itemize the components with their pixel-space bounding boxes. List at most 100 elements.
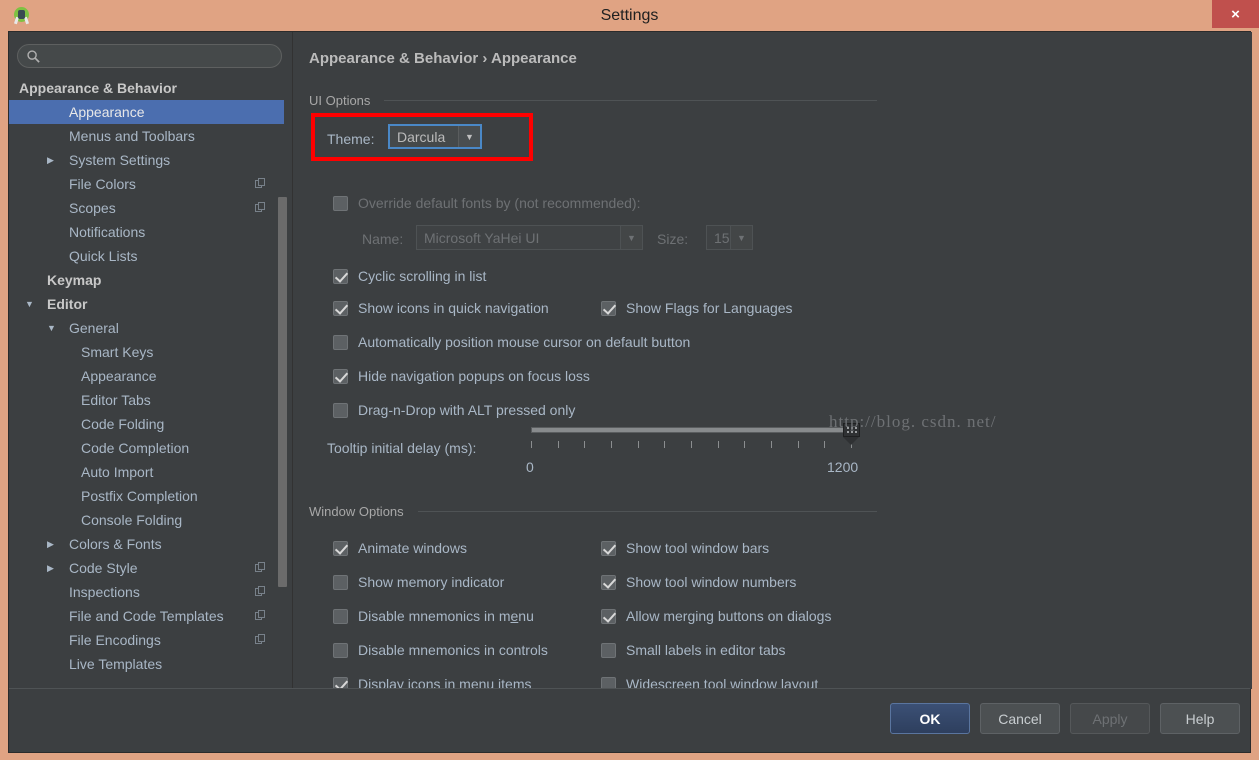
hide-navigation-popups-on-focus-loss-row[interactable]: Hide navigation popups on focus loss xyxy=(333,368,590,384)
sidebar-item-code-style[interactable]: ▶ Code Style xyxy=(9,556,284,580)
automatically-position-mouse-cursor-on-default-button-checkbox[interactable] xyxy=(333,334,348,350)
font-size-value: 15 xyxy=(714,229,730,246)
sidebar-item-appearance[interactable]: Appearance xyxy=(9,100,284,124)
sidebar-item-smart-keys[interactable]: Smart Keys xyxy=(9,340,284,364)
sidebar-item-editor[interactable]: ▼ Editor xyxy=(9,292,284,316)
sidebar-item-general[interactable]: ▼ General xyxy=(9,316,284,340)
show-flags-for-languages-checkbox[interactable] xyxy=(601,300,616,316)
ui-options-group-title: UI Options xyxy=(309,93,378,108)
sidebar-item-label: Colors & Fonts xyxy=(69,536,162,552)
sidebar-item-file-and-code-templates[interactable]: File and Code Templates xyxy=(9,604,284,628)
override-fonts-row[interactable]: Override default fonts by (not recommend… xyxy=(333,195,640,211)
sidebar-item-system-settings[interactable]: ▶ System Settings xyxy=(9,148,284,172)
sidebar-item-label: Smart Keys xyxy=(81,344,154,360)
sidebar-item-code-completion[interactable]: Code Completion xyxy=(9,436,284,460)
chevron-right-icon[interactable]: ▶ xyxy=(47,556,59,580)
show-icons-in-quick-navigation-row[interactable]: Show icons in quick navigation xyxy=(333,300,549,316)
copy-settings-icon[interactable] xyxy=(255,562,266,573)
sidebar-item-menus-and-toolbars[interactable]: Menus and Toolbars xyxy=(9,124,284,148)
sidebar-item-label: Editor Tabs xyxy=(81,392,151,408)
cyclic-scrolling-in-list-label: Cyclic scrolling in list xyxy=(358,268,487,284)
show-tool-window-bars-row[interactable]: Show tool window bars xyxy=(601,540,769,556)
settings-content: Appearance & Behavior › Appearance UI Op… xyxy=(294,32,1252,689)
disable-mnemonics-in-controls-label: Disable mnemonics in controls xyxy=(358,642,548,658)
show-memory-indicator-row[interactable]: Show memory indicator xyxy=(333,574,504,590)
close-icon[interactable]: × xyxy=(1212,0,1259,28)
copy-settings-icon[interactable] xyxy=(255,178,266,189)
show-memory-indicator-checkbox[interactable] xyxy=(333,574,348,590)
copy-settings-icon[interactable] xyxy=(255,610,266,621)
automatically-position-mouse-cursor-on-default-button-row[interactable]: Automatically position mouse cursor on d… xyxy=(333,334,690,350)
show-tool-window-numbers-row[interactable]: Show tool window numbers xyxy=(601,574,796,590)
title-bar: Settings × xyxy=(0,0,1259,31)
sidebar-item-label: Postfix Completion xyxy=(81,488,198,504)
hide-navigation-popups-on-focus-loss-checkbox[interactable] xyxy=(333,368,348,384)
slider-track[interactable] xyxy=(531,427,851,433)
sidebar-item-live-templates[interactable]: Live Templates xyxy=(9,652,284,676)
sidebar-item-scopes[interactable]: Scopes xyxy=(9,196,284,220)
allow-merging-buttons-on-dialogs-checkbox[interactable] xyxy=(601,608,616,624)
show-tool-window-bars-checkbox[interactable] xyxy=(601,540,616,556)
animate-windows-row[interactable]: Animate windows xyxy=(333,540,467,556)
override-fonts-checkbox[interactable] xyxy=(333,195,348,211)
small-labels-in-editor-tabs-checkbox[interactable] xyxy=(601,642,616,658)
search-input[interactable] xyxy=(46,45,276,67)
sidebar-item-colors-fonts[interactable]: ▶ Colors & Fonts xyxy=(9,532,284,556)
slider-max-label: 1200 xyxy=(827,459,859,475)
show-tool-window-numbers-checkbox[interactable] xyxy=(601,574,616,590)
small-labels-in-editor-tabs-row[interactable]: Small labels in editor tabs xyxy=(601,642,786,658)
slider-tick xyxy=(611,441,612,448)
chevron-right-icon[interactable]: ▶ xyxy=(47,532,59,556)
slider-tick xyxy=(718,441,719,448)
cyclic-scrolling-in-list-checkbox[interactable] xyxy=(333,268,348,284)
sidebar-item-label: System Settings xyxy=(69,152,171,168)
chevron-down-icon: ▼ xyxy=(620,226,642,249)
copy-settings-icon[interactable] xyxy=(255,586,266,597)
search-box[interactable] xyxy=(17,44,282,68)
sidebar-item-file-colors[interactable]: File Colors xyxy=(9,172,284,196)
cancel-button[interactable]: Cancel xyxy=(980,703,1060,734)
sidebar-item-label: Keymap xyxy=(47,272,102,288)
show-memory-indicator-label: Show memory indicator xyxy=(358,574,505,590)
sidebar-item-postfix-completion[interactable]: Postfix Completion xyxy=(9,484,284,508)
cyclic-scrolling-in-list-row[interactable]: Cyclic scrolling in list xyxy=(333,268,486,284)
copy-settings-icon[interactable] xyxy=(255,202,266,213)
sidebar-item-label: Appearance & Behavior xyxy=(19,80,177,96)
slider-handle[interactable] xyxy=(843,423,860,445)
chevron-right-icon[interactable]: ▶ xyxy=(47,148,59,172)
sidebar-item-appearance[interactable]: Appearance xyxy=(9,364,284,388)
drag-n-drop-with-alt-pressed-only-row[interactable]: Drag-n-Drop with ALT pressed only xyxy=(333,402,575,418)
disable-mnemonics-in-controls-checkbox[interactable] xyxy=(333,642,348,658)
chevron-down-icon[interactable]: ▼ xyxy=(47,316,59,340)
slider-tick xyxy=(691,441,692,448)
help-button[interactable]: Help xyxy=(1160,703,1240,734)
show-icons-in-quick-navigation-checkbox[interactable] xyxy=(333,300,348,316)
disable-mnemonics-in-menu-row[interactable]: Disable mnemonics in menu xyxy=(333,608,534,624)
sidebar-item-console-folding[interactable]: Console Folding xyxy=(9,508,284,532)
sidebar-item-code-folding[interactable]: Code Folding xyxy=(9,412,284,436)
sidebar-item-label: File Colors xyxy=(69,176,136,192)
allow-merging-buttons-on-dialogs-row[interactable]: Allow merging buttons on dialogs xyxy=(601,608,831,624)
chevron-down-icon[interactable]: ▼ xyxy=(25,292,37,316)
sidebar-item-keymap[interactable]: Keymap xyxy=(9,268,284,292)
sidebar-scrollbar-thumb[interactable] xyxy=(278,197,287,587)
sidebar-item-editor-tabs[interactable]: Editor Tabs xyxy=(9,388,284,412)
animate-windows-checkbox[interactable] xyxy=(333,540,348,556)
sidebar-item-inspections[interactable]: Inspections xyxy=(9,580,284,604)
sidebar-item-quick-lists[interactable]: Quick Lists xyxy=(9,244,284,268)
ok-button[interactable]: OK xyxy=(890,703,970,734)
sidebar-item-file-encodings[interactable]: File Encodings xyxy=(9,628,284,652)
sidebar-item-label: Live Templates xyxy=(69,656,163,672)
sidebar-item-notifications[interactable]: Notifications xyxy=(9,220,284,244)
sidebar-item-label: Menus and Toolbars xyxy=(69,128,195,144)
slider-tick xyxy=(584,441,585,448)
copy-settings-icon[interactable] xyxy=(255,634,266,645)
show-flags-for-languages-row[interactable]: Show Flags for Languages xyxy=(601,300,793,316)
disable-mnemonics-in-controls-row[interactable]: Disable mnemonics in controls xyxy=(333,642,548,658)
sidebar-item-appearance-behavior[interactable]: ▼Appearance & Behavior xyxy=(9,76,284,100)
sidebar-item-auto-import[interactable]: Auto Import xyxy=(9,460,284,484)
theme-dropdown[interactable]: Darcula ▼ xyxy=(388,124,482,149)
disable-mnemonics-in-menu-checkbox[interactable] xyxy=(333,608,348,624)
sidebar-scrollbar-track[interactable] xyxy=(278,112,290,687)
drag-n-drop-with-alt-pressed-only-checkbox[interactable] xyxy=(333,402,348,418)
